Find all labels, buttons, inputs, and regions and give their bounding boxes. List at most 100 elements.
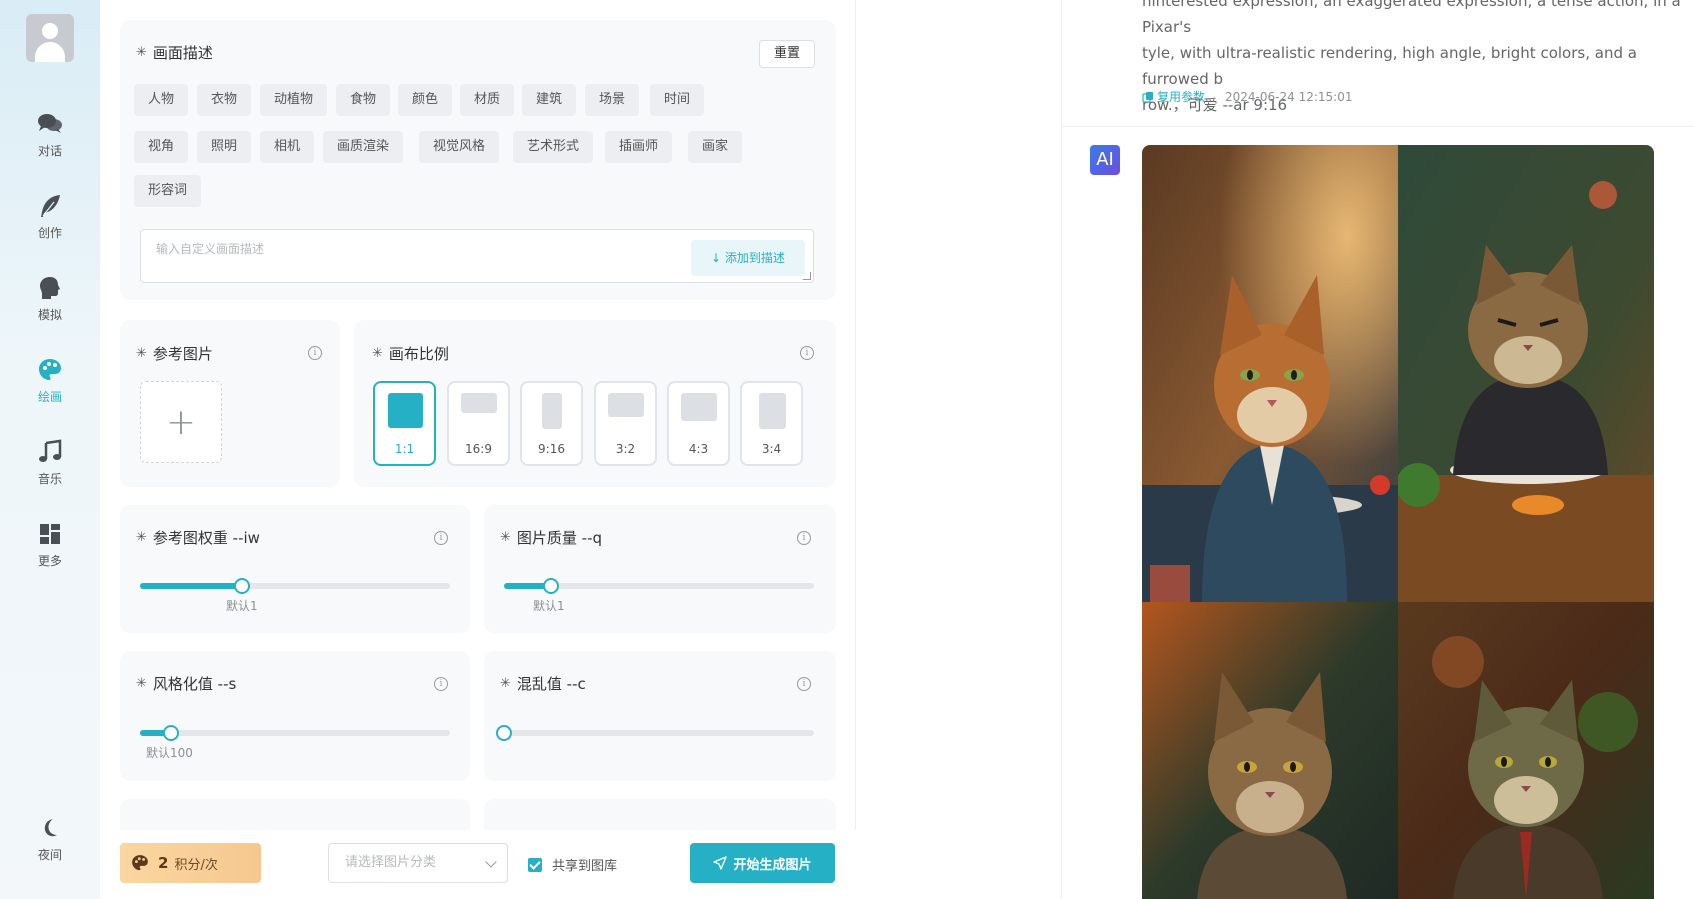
- nav-item-simulate[interactable]: 模拟: [0, 268, 100, 338]
- head-icon: [40, 277, 60, 299]
- ratio-shape: [542, 393, 562, 429]
- info-icon[interactable]: i: [434, 677, 448, 691]
- tag-art-form[interactable]: 艺术形式: [513, 131, 594, 163]
- generated-image-grid[interactable]: [1142, 145, 1654, 899]
- generated-image-1[interactable]: [1142, 145, 1398, 602]
- ratio-shape: [461, 393, 497, 413]
- nav-item-paint[interactable]: 绘画: [0, 350, 100, 420]
- reuse-params-button[interactable]: 复用参数: [1142, 88, 1205, 105]
- ai-avatar: AI: [1090, 145, 1120, 175]
- tag-food[interactable]: 食物: [336, 84, 391, 116]
- slider-handle[interactable]: [163, 725, 179, 741]
- reuse-params-label: 复用参数: [1157, 90, 1206, 104]
- send-icon: [713, 856, 728, 870]
- slider-handle[interactable]: [496, 725, 512, 741]
- image-category-select[interactable]: 请选择图片分类: [328, 843, 508, 883]
- cat-image-2: [1398, 145, 1654, 602]
- nav-item-music[interactable]: 音乐: [0, 432, 100, 502]
- tag-flora-fauna[interactable]: 动植物: [260, 84, 328, 116]
- slider-handle[interactable]: [542, 578, 559, 594]
- tag-lighting[interactable]: 照明: [197, 131, 252, 163]
- tag-clothing[interactable]: 衣物: [197, 84, 252, 116]
- tag-material[interactable]: 材质: [460, 84, 515, 116]
- description-title: ✳ 画面描述: [136, 42, 213, 63]
- points-value: 2: [158, 854, 169, 872]
- tag-color[interactable]: 颜色: [398, 84, 453, 116]
- info-icon[interactable]: i: [800, 346, 814, 360]
- ratio-3-2[interactable]: 3:2: [594, 381, 657, 466]
- user-avatar[interactable]: [26, 14, 74, 62]
- asterisk-icon: ✳: [136, 676, 147, 691]
- generated-image-4[interactable]: [1398, 602, 1654, 899]
- bottom-action-bar: 2 积分/次 请选择图片分类 共享到图库 开始生成图片: [100, 830, 856, 899]
- tag-adjective[interactable]: 形容词: [134, 175, 202, 207]
- tag-view-angle[interactable]: 视角: [134, 131, 189, 163]
- info-icon[interactable]: i: [797, 677, 811, 691]
- tag-time[interactable]: 时间: [650, 84, 705, 116]
- share-checkbox[interactable]: [528, 857, 542, 872]
- tag-architecture[interactable]: 建筑: [522, 84, 577, 116]
- palette-icon: [39, 359, 61, 380]
- tag-painter[interactable]: 画家: [688, 131, 743, 163]
- cat-image-1: [1142, 145, 1398, 602]
- chaos-title-text: 混乱值 --c: [516, 675, 586, 693]
- tag-person[interactable]: 人物: [134, 84, 189, 116]
- iw-title-text: 参考图权重 --iw: [152, 529, 260, 547]
- prompt-line: tyle, with ultra-realistic rendering, hi…: [1142, 44, 1637, 88]
- info-icon[interactable]: i: [434, 531, 448, 545]
- nav-item-more[interactable]: 更多: [0, 514, 100, 584]
- generated-image-3[interactable]: [1142, 602, 1398, 899]
- ratio-3-4[interactable]: 3:4: [740, 381, 803, 466]
- ratio-shape: [681, 393, 717, 421]
- chaos-slider[interactable]: [496, 725, 814, 741]
- generate-image-button[interactable]: 开始生成图片: [690, 843, 835, 883]
- night-mode-toggle[interactable]: 夜间: [0, 808, 100, 878]
- result-meta: 复用参数 2024-06-24 12:15:01: [1142, 88, 1352, 105]
- generated-image-2[interactable]: [1398, 145, 1654, 602]
- tag-render-quality[interactable]: 画质渲染: [323, 131, 404, 163]
- nav-label-create: 创作: [37, 226, 62, 240]
- tag-visual-style[interactable]: 视觉风格: [419, 131, 500, 163]
- share-to-gallery-option[interactable]: 共享到图库: [528, 855, 617, 874]
- ratio-4-3[interactable]: 4:3: [667, 381, 730, 466]
- info-icon[interactable]: i: [308, 346, 322, 360]
- nav-label-simulate: 模拟: [37, 308, 62, 322]
- ratio-16-9[interactable]: 16:9: [447, 381, 510, 466]
- chaos-card: [484, 651, 836, 781]
- tag-scene[interactable]: 场景: [585, 84, 640, 116]
- add-to-description-button[interactable]: ↓ 添加到描述: [691, 240, 805, 276]
- category-placeholder: 请选择图片分类: [345, 855, 437, 870]
- tag-camera[interactable]: 相机: [260, 131, 315, 163]
- custom-description-placeholder: 输入自定义画面描述: [156, 242, 265, 256]
- nav-item-chat[interactable]: 对话: [0, 104, 100, 174]
- share-label: 共享到图库: [552, 859, 618, 874]
- reference-title-text: 参考图片: [152, 345, 213, 363]
- copy-icon: [1142, 91, 1153, 103]
- prompt-line: hinterested expression, an exaggerated e…: [1142, 0, 1681, 36]
- stylize-default-label: 默认100: [146, 746, 193, 760]
- stylize-card: [120, 651, 470, 781]
- quality-title: ✳ 图片质量 --q: [500, 527, 602, 548]
- nav-label-more: 更多: [37, 554, 62, 568]
- tag-illustrator[interactable]: 插画师: [605, 131, 673, 163]
- iw-default-label: 默认1: [226, 599, 258, 613]
- asterisk-icon: ✳: [500, 530, 511, 545]
- ratio-label: 9:16: [538, 442, 565, 456]
- asterisk-icon: ✳: [136, 530, 147, 545]
- nav-item-create[interactable]: 创作: [0, 186, 100, 256]
- custom-description-input[interactable]: 输入自定义画面描述 ↓ 添加到描述: [140, 229, 814, 283]
- cat-image-4: [1398, 602, 1654, 899]
- iw-slider[interactable]: [140, 578, 450, 594]
- stylize-title: ✳ 风格化值 --s: [136, 673, 236, 694]
- add-to-description-label: 添加到描述: [724, 251, 785, 265]
- ratio-1-1[interactable]: 1:1: [373, 381, 436, 466]
- palette-icon: [132, 855, 148, 871]
- resize-handle[interactable]: [803, 272, 811, 280]
- quality-slider[interactable]: [504, 578, 814, 594]
- ratio-9-16[interactable]: 9:16: [520, 381, 583, 466]
- upload-reference-button[interactable]: +: [140, 381, 222, 463]
- info-icon[interactable]: i: [797, 531, 811, 545]
- nav-label-night: 夜间: [37, 848, 62, 862]
- stylize-slider[interactable]: [140, 725, 450, 741]
- reset-button[interactable]: 重置: [759, 40, 815, 68]
